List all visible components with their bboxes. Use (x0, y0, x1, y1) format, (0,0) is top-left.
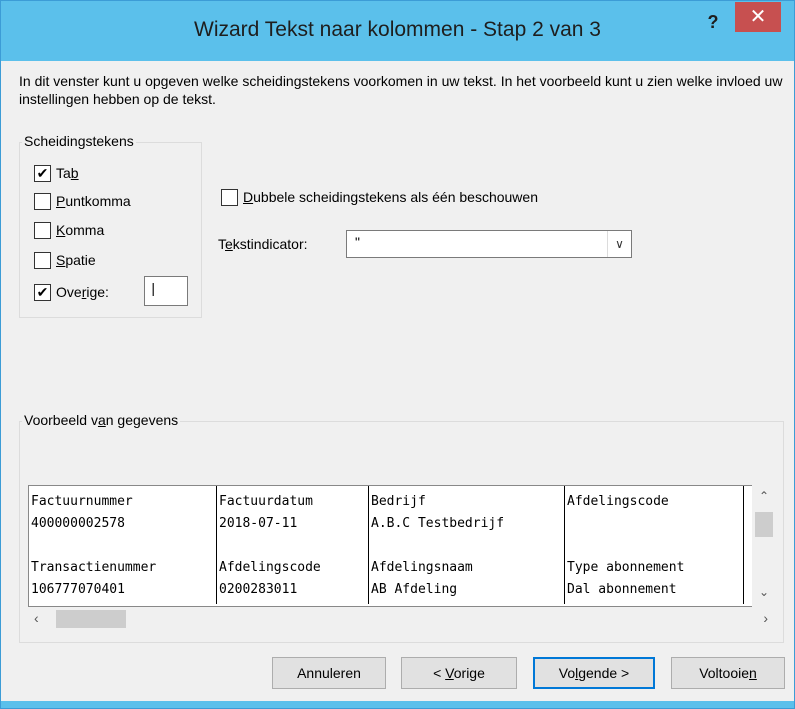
checkbox-comma-row[interactable]: Komma (34, 219, 104, 241)
other-delimiter-input[interactable]: | (144, 276, 188, 306)
preview-horizontal-scrollbar[interactable]: ‹ › (28, 607, 776, 631)
scroll-down-icon[interactable]: ⌄ (752, 585, 776, 601)
checkbox-semicolon-row[interactable]: Puntkomma (34, 190, 131, 212)
preview-column-divider (743, 486, 744, 604)
checkbox-space-label: Spatie (56, 252, 96, 268)
dialog-window: Wizard Tekst naar kolommen - Stap 2 van … (0, 0, 795, 709)
checkbox-tab-label: Tab (56, 165, 79, 181)
preview-cell: Afdelingsnaam (371, 560, 473, 575)
scroll-thumb-vertical[interactable] (755, 512, 773, 537)
instruction-text: In dit venster kunt u opgeven welke sche… (19, 73, 783, 107)
help-button[interactable]: ? (701, 11, 725, 35)
checkbox-consecutive-label: Dubbele scheidingstekens als één beschou… (243, 189, 538, 205)
data-preview[interactable]: Factuurnummer Factuurdatum Bedrijf Afdeling… (28, 485, 775, 607)
checkbox-semicolon-label: Puntkomma (56, 193, 131, 209)
scroll-right-icon[interactable]: › (763, 610, 768, 626)
window-title: Wizard Tekst naar kolommen - Stap 2 van … (194, 18, 601, 41)
preview-cell: 0200283011 (219, 582, 298, 597)
checkbox-space[interactable] (34, 251, 51, 269)
preview-cell: Dal abonnement (567, 582, 677, 597)
preview-column-divider (216, 486, 217, 604)
back-button[interactable]: < Vorige (401, 657, 517, 689)
next-button[interactable]: Volgende > (533, 657, 655, 689)
text-qualifier-select[interactable]: " ∨ (346, 230, 632, 258)
preview-cell: Transactienummer (31, 560, 157, 575)
checkbox-semicolon[interactable] (34, 192, 51, 210)
preview-cell: Afdelingscode (219, 560, 321, 575)
preview-column-divider (368, 486, 369, 604)
preview-cell: Bedrijf (371, 494, 426, 509)
preview-cell: Factuurnummer (31, 494, 133, 509)
checkbox-tab-row[interactable]: ✔ Tab (34, 162, 79, 184)
text-qualifier-value: " (355, 234, 360, 250)
title-bar[interactable]: Wizard Tekst naar kolommen - Stap 2 van … (1, 1, 794, 61)
preview-legend: Voorbeeld van gegevens (22, 412, 181, 428)
preview-cell: Afdelingscode (567, 494, 669, 509)
chevron-down-icon[interactable]: ∨ (607, 231, 631, 257)
preview-cell: Type abonnement (567, 560, 685, 575)
preview-cell: Factuurdatum (219, 494, 313, 509)
scroll-thumb-horizontal[interactable] (56, 610, 126, 628)
checkbox-consecutive-row[interactable]: Dubbele scheidingstekens als één beschou… (221, 186, 538, 208)
checkbox-comma[interactable] (34, 221, 51, 239)
scroll-left-icon[interactable]: ‹ (34, 610, 39, 626)
checkbox-comma-label: Komma (56, 222, 105, 238)
checkbox-other-row[interactable]: ✔ Overige: (34, 281, 109, 303)
delimiters-legend: Scheidingstekens (22, 133, 136, 149)
close-button[interactable]: ✕ (735, 2, 781, 32)
checkbox-consecutive[interactable] (221, 188, 238, 206)
preview-vertical-scrollbar[interactable]: ⌃ ⌄ (752, 485, 776, 607)
cancel-button[interactable]: Annuleren (272, 657, 386, 689)
preview-cell: A.B.C Testbedrijf (371, 516, 505, 531)
checkbox-other-label: Overige: (56, 284, 109, 300)
scroll-up-icon[interactable]: ⌃ (752, 489, 776, 505)
preview-cell: 400000002578 (31, 516, 125, 531)
checkbox-other[interactable]: ✔ (34, 283, 51, 301)
preview-cell: AB Afdeling (371, 582, 458, 597)
window-bottom-border (1, 701, 794, 708)
preview-column-divider (564, 486, 565, 604)
checkbox-space-row[interactable]: Spatie (34, 249, 96, 271)
text-qualifier-label: Tekstindicator: (218, 236, 308, 252)
checkbox-tab[interactable]: ✔ (34, 164, 51, 182)
finish-button[interactable]: Voltooien (671, 657, 785, 689)
preview-cell: 106777070401 (31, 582, 125, 597)
preview-cell: 2018-07-11 (219, 516, 298, 531)
